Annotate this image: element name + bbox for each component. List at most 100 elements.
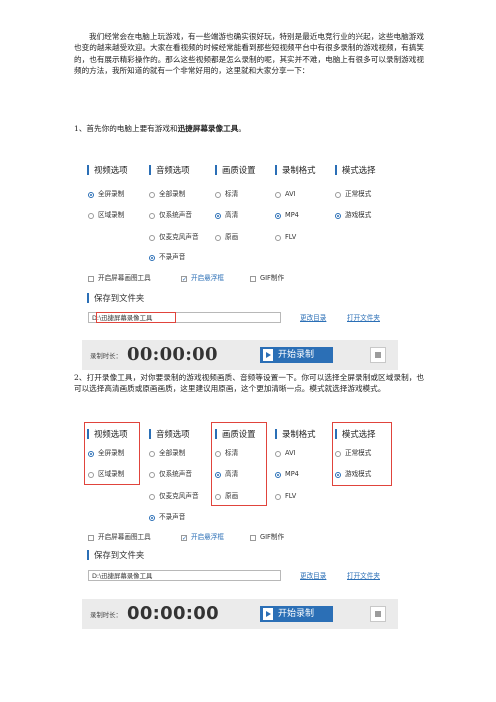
recorder-panel-2: 视频选项 音频选项 画质设置 录制格式 模式选择 全屏录制 区域录制 全部录制 … bbox=[82, 419, 398, 631]
save-path-input[interactable]: D:\迅捷屏幕录像工具 bbox=[88, 570, 281, 581]
step-2-text: 2、打开录像工具，对你要录制的游戏视频画质、音频等设置一下。你可以选择全屏录制或… bbox=[74, 373, 424, 394]
audio-options-title: 音频选项 bbox=[149, 429, 190, 439]
record-timer: 00:00:00 bbox=[127, 344, 218, 365]
option-label: 区域录制 bbox=[98, 211, 125, 219]
radio-icon bbox=[275, 234, 281, 241]
highlight-box bbox=[96, 312, 176, 323]
radio-icon bbox=[275, 450, 281, 457]
change-dir-link[interactable]: 更改目录 bbox=[300, 572, 326, 581]
float-window-checkbox[interactable]: ✓ 开启悬浮框 bbox=[181, 274, 224, 283]
audio-none-option[interactable]: 不录声音 bbox=[149, 253, 185, 262]
recorder-bottom-bar-2: 录制时长： 00:00:00 开始录制 bbox=[82, 599, 398, 629]
radio-icon bbox=[149, 471, 155, 478]
option-label: 仅系统声音 bbox=[159, 211, 192, 219]
drawing-tool-checkbox[interactable]: 开启屏幕画图工具 bbox=[88, 533, 151, 542]
option-label: 原画 bbox=[225, 233, 239, 241]
audio-system-option[interactable]: 仅系统声音 bbox=[149, 211, 192, 220]
step-1-text: 1、首先你的电脑上要有游戏和迅捷屏幕录像工具。 bbox=[74, 123, 424, 134]
open-folder-link[interactable]: 打开文件夹 bbox=[347, 572, 380, 581]
audio-all-option[interactable]: 全部录制 bbox=[149, 190, 185, 199]
option-label: 仅麦克风声音 bbox=[159, 233, 199, 241]
record-timer: 00:00:00 bbox=[127, 603, 219, 624]
option-label: 标清 bbox=[225, 190, 239, 198]
radio-icon bbox=[335, 191, 341, 198]
option-label: 不录声音 bbox=[159, 513, 186, 521]
gif-checkbox[interactable]: GIF制作 bbox=[250, 274, 284, 283]
option-label: 正常模式 bbox=[345, 190, 372, 198]
step-1-suffix: 。 bbox=[238, 124, 246, 133]
format-flv-option[interactable]: FLV bbox=[275, 492, 296, 501]
checkbox-icon bbox=[250, 534, 256, 541]
option-label: 全屏录制 bbox=[98, 190, 125, 198]
open-folder-link[interactable]: 打开文件夹 bbox=[347, 314, 380, 323]
play-icon bbox=[263, 349, 273, 361]
recorder-panel-1: 视频选项 音频选项 画质设置 录制格式 模式选择 全屏录制 区域录制 全部录制 … bbox=[82, 156, 398, 336]
radio-selected-icon bbox=[275, 212, 281, 219]
radio-icon bbox=[215, 234, 221, 241]
quality-sd-option[interactable]: 标清 bbox=[215, 190, 238, 199]
step-1-tool-name: 迅捷屏幕录像工具 bbox=[177, 124, 239, 133]
option-label: FLV bbox=[285, 233, 297, 241]
start-record-button[interactable]: 开始录制 bbox=[260, 606, 333, 622]
format-flv-option[interactable]: FLV bbox=[275, 233, 296, 242]
option-label: 全部录制 bbox=[159, 449, 186, 457]
checkbox-checked-icon: ✓ bbox=[181, 534, 188, 542]
change-dir-link[interactable]: 更改目录 bbox=[300, 314, 326, 323]
option-label: 高清 bbox=[225, 211, 239, 219]
gif-checkbox[interactable]: GIF制作 bbox=[250, 533, 284, 542]
stop-button[interactable] bbox=[370, 606, 386, 622]
stop-button[interactable] bbox=[370, 347, 386, 363]
step-1-prefix: 1、首先你的电脑上要有游戏和 bbox=[74, 124, 178, 133]
checkbox-icon bbox=[88, 275, 94, 282]
format-mp4-option[interactable]: MP4 bbox=[275, 470, 299, 479]
option-label: MP4 bbox=[285, 470, 299, 478]
option-label: FLV bbox=[285, 492, 297, 500]
float-window-checkbox[interactable]: ✓ 开启悬浮框 bbox=[181, 533, 224, 542]
video-options-title: 视频选项 bbox=[87, 165, 128, 175]
option-label: AVI bbox=[285, 190, 296, 198]
drawing-tool-checkbox[interactable]: 开启屏幕画图工具 bbox=[88, 274, 151, 283]
audio-system-option[interactable]: 仅系统声音 bbox=[149, 470, 192, 479]
intro-paragraph: 我们经常会在电脑上玩游戏，有一些端游也确实很好玩，特别是最近电竞行业的兴起，这些… bbox=[74, 32, 424, 76]
radio-icon bbox=[149, 493, 155, 500]
option-label: 游戏模式 bbox=[345, 211, 372, 219]
start-record-label: 开始录制 bbox=[278, 609, 315, 619]
video-fullscreen-option[interactable]: 全屏录制 bbox=[88, 190, 124, 199]
recorder-bottom-bar-1: 录制时长： 00:00:00 开始录制 bbox=[82, 340, 398, 370]
format-mp4-option[interactable]: MP4 bbox=[275, 211, 299, 220]
option-label: GIF制作 bbox=[260, 274, 285, 282]
save-folder-title: 保存到文件夹 bbox=[87, 293, 144, 303]
audio-options-title: 音频选项 bbox=[149, 165, 190, 175]
radio-icon bbox=[149, 450, 155, 457]
radio-selected-icon bbox=[149, 254, 155, 261]
option-label: 不录声音 bbox=[159, 253, 186, 261]
mode-title: 模式选择 bbox=[335, 165, 376, 175]
format-avi-option[interactable]: AVI bbox=[275, 449, 296, 458]
quality-original-option[interactable]: 原画 bbox=[215, 233, 238, 242]
duration-label: 录制时长： bbox=[90, 352, 122, 360]
start-record-button[interactable]: 开始录制 bbox=[260, 347, 333, 363]
format-title: 录制格式 bbox=[275, 429, 316, 439]
radio-icon bbox=[275, 191, 281, 198]
quality-highlight bbox=[211, 422, 267, 506]
audio-all-option[interactable]: 全部录制 bbox=[149, 449, 185, 458]
option-label: 仅麦克风声音 bbox=[159, 492, 199, 500]
quality-title: 画质设置 bbox=[215, 165, 256, 175]
play-icon bbox=[263, 608, 273, 620]
mode-normal-option[interactable]: 正常模式 bbox=[335, 190, 371, 199]
checkbox-icon bbox=[88, 534, 94, 541]
format-avi-option[interactable]: AVI bbox=[275, 190, 296, 199]
radio-icon bbox=[149, 212, 155, 219]
audio-mic-option[interactable]: 仅麦克风声音 bbox=[149, 492, 199, 501]
option-label: 开启屏幕画图工具 bbox=[98, 274, 151, 282]
quality-hd-option[interactable]: 高清 bbox=[215, 211, 238, 220]
radio-selected-icon bbox=[215, 212, 221, 219]
audio-mic-option[interactable]: 仅麦克风声音 bbox=[149, 233, 199, 242]
option-label: MP4 bbox=[285, 211, 299, 219]
audio-none-option[interactable]: 不录声音 bbox=[149, 513, 185, 522]
radio-icon bbox=[215, 191, 221, 198]
mode-game-option[interactable]: 游戏模式 bbox=[335, 211, 371, 220]
option-label: AVI bbox=[285, 449, 296, 457]
radio-icon bbox=[275, 493, 281, 500]
video-region-option[interactable]: 区域录制 bbox=[88, 211, 124, 220]
